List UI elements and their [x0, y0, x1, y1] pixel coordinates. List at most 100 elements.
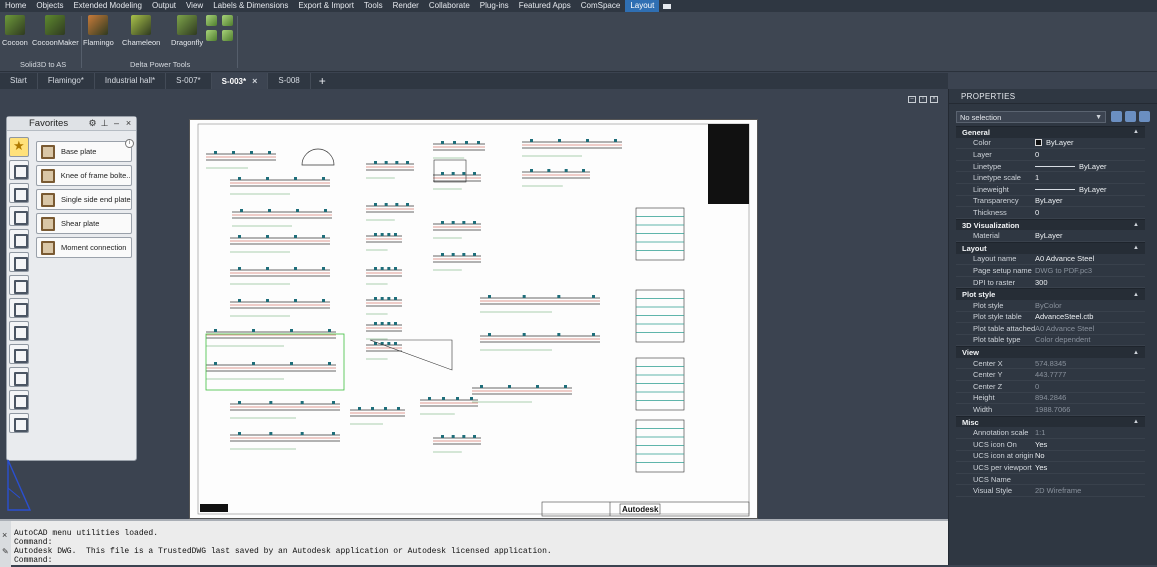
- star-icon[interactable]: [9, 137, 29, 157]
- connection-icon: [41, 192, 55, 207]
- property-row[interactable]: UCS Name: [956, 474, 1145, 486]
- connection-tool-icon[interactable]: [9, 298, 29, 318]
- menu-plug-ins[interactable]: Plug-ins: [475, 0, 514, 12]
- connection-tool-icon[interactable]: [9, 206, 29, 226]
- property-row[interactable]: Annotation scale 1:1: [956, 427, 1145, 440]
- favorite-item[interactable]: Base plate: [36, 141, 132, 162]
- menu-view[interactable]: View: [181, 0, 208, 12]
- menu-export-import[interactable]: Export & Import: [293, 0, 359, 12]
- tool-icon-small-4[interactable]: [222, 30, 233, 41]
- property-row[interactable]: Transparency ByLayer: [956, 196, 1145, 208]
- connection-tool-icon[interactable]: [9, 367, 29, 387]
- property-row[interactable]: Lineweight ByLayer: [956, 184, 1145, 196]
- tab-s-008[interactable]: S-008: [268, 73, 311, 89]
- tab-s-007-[interactable]: S-007*: [166, 73, 212, 89]
- wrench-icon[interactable]: ✎: [2, 547, 9, 556]
- connection-tool-icon[interactable]: [9, 390, 29, 410]
- property-row[interactable]: DPI to raster 300: [956, 277, 1145, 289]
- property-row[interactable]: Linetype scale 1: [956, 172, 1145, 184]
- close-icon[interactable]: ×: [124, 119, 133, 128]
- menu-collaborate[interactable]: Collaborate: [424, 0, 475, 12]
- property-row[interactable]: Width 1988.7066: [956, 404, 1145, 416]
- connection-tool-icon[interactable]: [9, 160, 29, 180]
- command-line[interactable]: × ✎ AutoCAD menu utilities loaded. Comman…: [0, 519, 948, 567]
- select-objects-icon[interactable]: [1125, 111, 1136, 122]
- close-icon[interactable]: ×: [2, 530, 7, 540]
- close-icon[interactable]: ×: [252, 76, 257, 86]
- ribbon-button-flamingo[interactable]: Flamingo: [83, 15, 114, 47]
- tab-s-003-[interactable]: S-003* ×: [211, 72, 269, 90]
- section-view[interactable]: View ▲: [956, 346, 1145, 358]
- favorite-item[interactable]: Single side end plate: [36, 189, 132, 210]
- selection-dropdown[interactable]: No selection ▼: [956, 111, 1106, 123]
- menu-layout[interactable]: Layout: [625, 0, 660, 12]
- section-layout[interactable]: Layout ▲: [956, 241, 1145, 254]
- connection-tool-icon[interactable]: [9, 183, 29, 203]
- quick-select-icon[interactable]: [1139, 111, 1150, 122]
- property-row[interactable]: Material ByLayer: [956, 230, 1145, 242]
- connection-tool-icon[interactable]: [9, 229, 29, 249]
- menu-tools[interactable]: Tools: [359, 0, 388, 12]
- property-row[interactable]: Thickness 0: [956, 207, 1145, 219]
- minimize-icon[interactable]: –: [908, 96, 916, 103]
- property-row[interactable]: UCS per viewport Yes: [956, 462, 1145, 474]
- property-row[interactable]: Center Z 0: [956, 381, 1145, 393]
- minimize-icon[interactable]: –: [112, 119, 121, 128]
- settings-icon[interactable]: ⚙: [88, 119, 97, 128]
- section-misc[interactable]: Misc ▲: [956, 415, 1145, 428]
- ribbon-button-cocoon[interactable]: Cocoon: [2, 15, 28, 47]
- tool-icon-small-3[interactable]: [206, 30, 217, 41]
- menu-labels-dimensions[interactable]: Labels & Dimensions: [208, 0, 293, 12]
- ribbon-button-cocoonmaker[interactable]: CocoonMaker: [32, 15, 79, 47]
- property-row[interactable]: Plot style table AdvanceSteel.ctb: [956, 312, 1145, 324]
- restore-icon[interactable]: ▫: [919, 96, 927, 103]
- pin-icon[interactable]: ⊥: [100, 119, 109, 128]
- ribbon: Cocoon CocoonMaker Flamingo Chameleon Dragon…: [0, 12, 1157, 72]
- tab-industrial-hall-[interactable]: Industrial hall*: [95, 73, 167, 89]
- property-row[interactable]: Visual Style 2D Wireframe: [956, 485, 1145, 497]
- connection-tool-icon[interactable]: [9, 275, 29, 295]
- property-row[interactable]: Layer 0: [956, 149, 1145, 161]
- tool-icon-small-1[interactable]: [206, 15, 217, 26]
- info-icon[interactable]: i: [125, 139, 134, 148]
- close-icon[interactable]: ×: [930, 96, 938, 103]
- toggle-pickadd-icon[interactable]: [1111, 111, 1122, 122]
- ribbon-button-chameleon[interactable]: Chameleon: [122, 15, 160, 47]
- section-3d-visualization[interactable]: 3D Visualization ▲: [956, 218, 1145, 231]
- menu-overflow-icon[interactable]: [659, 0, 675, 12]
- property-row[interactable]: Plot style ByColor: [956, 300, 1145, 312]
- property-row[interactable]: Center X 574.8345: [956, 358, 1145, 370]
- section-plot-style[interactable]: Plot style ▲: [956, 288, 1145, 300]
- menu-extended-modeling[interactable]: Extended Modeling: [68, 0, 147, 12]
- menu-featured-apps[interactable]: Featured Apps: [514, 0, 576, 12]
- property-row[interactable]: Color ByLayer: [956, 138, 1145, 150]
- property-row[interactable]: Height 894.2846: [956, 393, 1145, 405]
- property-row[interactable]: Center Y 443.7777: [956, 369, 1145, 382]
- connection-tool-icon[interactable]: [9, 413, 29, 433]
- tab-flamingo-[interactable]: Flamingo*: [38, 73, 95, 89]
- ribbon-button-dragonfly[interactable]: Dragonfly: [171, 15, 203, 47]
- tab-start[interactable]: Start: [0, 73, 38, 89]
- property-row[interactable]: Page setup name DWG to PDF.pc3: [956, 265, 1145, 277]
- layout-sheet[interactable]: Autodesk: [189, 119, 758, 519]
- menu-home[interactable]: Home: [0, 0, 31, 12]
- property-row[interactable]: Layout name A0 Advance Steel: [956, 254, 1145, 266]
- property-row[interactable]: Plot table type Color dependent: [956, 335, 1145, 347]
- favorite-item[interactable]: Moment connection: [36, 237, 132, 258]
- tool-icon-small-2[interactable]: [222, 15, 233, 26]
- favorite-item[interactable]: Knee of frame bolte...: [36, 165, 132, 186]
- menu-comspace[interactable]: ComSpace: [576, 0, 626, 12]
- menu-output[interactable]: Output: [147, 0, 181, 12]
- menu-render[interactable]: Render: [388, 0, 424, 12]
- section-general[interactable]: General ▲: [956, 126, 1145, 138]
- menu-objects[interactable]: Objects: [31, 0, 68, 12]
- connection-tool-icon[interactable]: [9, 344, 29, 364]
- new-tab-button[interactable]: +: [311, 74, 334, 88]
- property-row[interactable]: UCS icon On Yes: [956, 439, 1145, 451]
- connection-tool-icon[interactable]: [9, 321, 29, 341]
- property-row[interactable]: Plot table attached toA0 Advance Steel: [956, 323, 1145, 335]
- favorite-item[interactable]: Shear plate: [36, 213, 132, 234]
- property-row[interactable]: UCS icon at origin No: [956, 451, 1145, 463]
- connection-tool-icon[interactable]: [9, 252, 29, 272]
- property-row[interactable]: Linetype ByLayer: [956, 161, 1145, 173]
